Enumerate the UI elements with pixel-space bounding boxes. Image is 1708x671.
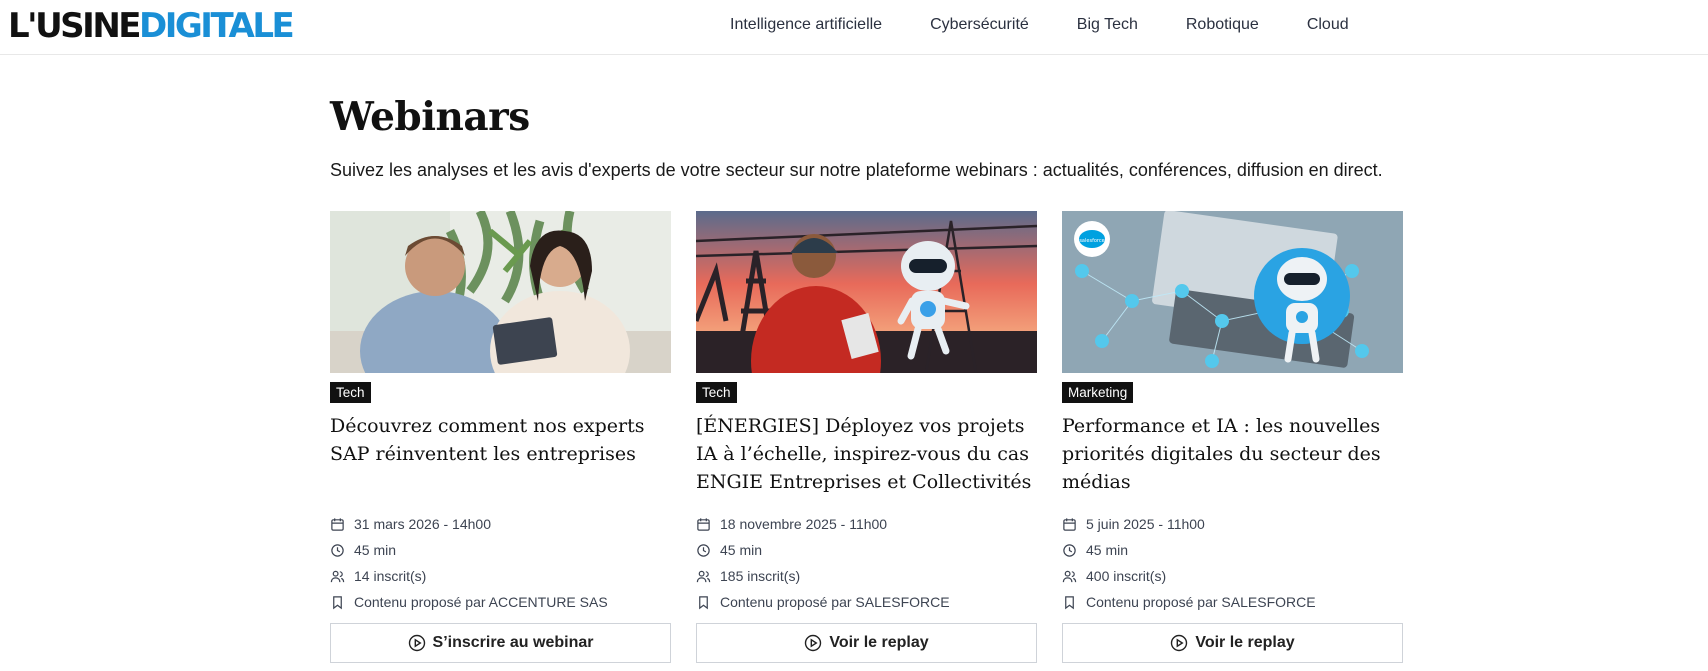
replay-button[interactable]: Voir le replay <box>696 623 1037 663</box>
users-icon <box>1062 570 1077 582</box>
main-content: Webinars Suivez les analyses et les avis… <box>330 55 1403 663</box>
page-intro: Suivez les analyses et les avis d'expert… <box>330 160 1383 180</box>
logo-part-1: L'USINE <box>8 6 142 46</box>
webinar-title[interactable]: Découvrez comment nos experts SAP réinve… <box>330 412 671 468</box>
nav-item-cloud[interactable]: Cloud <box>1307 16 1349 34</box>
bookmark-icon <box>333 595 342 609</box>
webinar-meta: 18 novembre 2025 - 11h00 45 min 185 insc… <box>696 511 1037 615</box>
meta-date: 5 juin 2025 - 11h00 <box>1062 511 1403 537</box>
meta-duration: 45 min <box>1062 537 1403 563</box>
clock-icon <box>697 543 710 557</box>
meta-registered: 185 inscrit(s) <box>696 563 1037 589</box>
webinar-thumbnail[interactable]: salesforce <box>1062 211 1403 373</box>
webinar-card: salesforce Marketing Performance et IA :… <box>1062 211 1403 671</box>
play-circle-icon <box>805 634 822 652</box>
webinar-meta: 31 mars 2026 - 14h00 45 min 14 inscrit(s… <box>330 511 671 615</box>
users-icon <box>330 570 345 582</box>
site-logo[interactable]: L'USINEDIGITALE <box>8 6 295 46</box>
meta-duration: 45 min <box>696 537 1037 563</box>
calendar-icon <box>1063 517 1076 531</box>
calendar-icon <box>331 517 344 531</box>
meta-registered: 400 inscrit(s) <box>1062 563 1403 589</box>
users-icon <box>696 570 711 582</box>
meta-sponsor: Contenu proposé par SALESFORCE <box>696 589 1037 615</box>
category-tag[interactable]: Tech <box>696 382 737 403</box>
nav-item-cybersecurite[interactable]: Cybersécurité <box>930 16 1029 34</box>
meta-date: 18 novembre 2025 - 11h00 <box>696 511 1037 537</box>
webinar-title[interactable]: Performance et IA : les nouvelles priori… <box>1062 412 1403 496</box>
calendar-icon <box>697 517 710 531</box>
play-circle-icon <box>408 634 425 652</box>
main-nav: Intelligence artificielle Cybersécurité … <box>730 0 1397 50</box>
register-button[interactable]: S’inscrire au webinar <box>330 623 671 663</box>
meta-sponsor: Contenu proposé par ACCENTURE SAS <box>330 589 671 615</box>
meta-date: 31 mars 2026 - 14h00 <box>330 511 671 537</box>
meta-sponsor: Contenu proposé par SALESFORCE <box>1062 589 1403 615</box>
site-header: L'USINEDIGITALE Intelligence artificiell… <box>0 0 1708 55</box>
webinar-title[interactable]: [ÉNERGIES] Déployez vos projets IA à l’é… <box>696 412 1037 496</box>
webinar-meta: 5 juin 2025 - 11h00 45 min 400 inscrit(s… <box>1062 511 1403 615</box>
bookmark-icon <box>699 595 708 609</box>
clock-icon <box>331 543 344 557</box>
svg-text:salesforce: salesforce <box>1079 238 1104 244</box>
meta-duration: 45 min <box>330 537 671 563</box>
webinar-thumbnail[interactable] <box>330 211 671 373</box>
category-tag[interactable]: Tech <box>330 382 371 403</box>
nav-item-big-tech[interactable]: Big Tech <box>1077 16 1138 34</box>
bookmark-icon <box>1065 595 1074 609</box>
meta-registered: 14 inscrit(s) <box>330 563 671 589</box>
webinar-thumbnail[interactable] <box>696 211 1037 373</box>
logo-part-2: DIGITALE <box>139 6 295 46</box>
page-title: Webinars <box>330 94 530 140</box>
category-tag[interactable]: Marketing <box>1062 382 1134 403</box>
webinar-list: Tech Découvrez comment nos experts SAP r… <box>330 211 1428 671</box>
nav-item-robotique[interactable]: Robotique <box>1186 16 1259 34</box>
play-circle-icon <box>1171 634 1188 652</box>
replay-button[interactable]: Voir le replay <box>1062 623 1403 663</box>
clock-icon <box>1063 543 1076 557</box>
webinar-card: Tech Découvrez comment nos experts SAP r… <box>330 211 671 671</box>
nav-item-ia[interactable]: Intelligence artificielle <box>730 16 882 34</box>
webinar-card: Tech [ÉNERGIES] Déployez vos projets IA … <box>696 211 1037 671</box>
